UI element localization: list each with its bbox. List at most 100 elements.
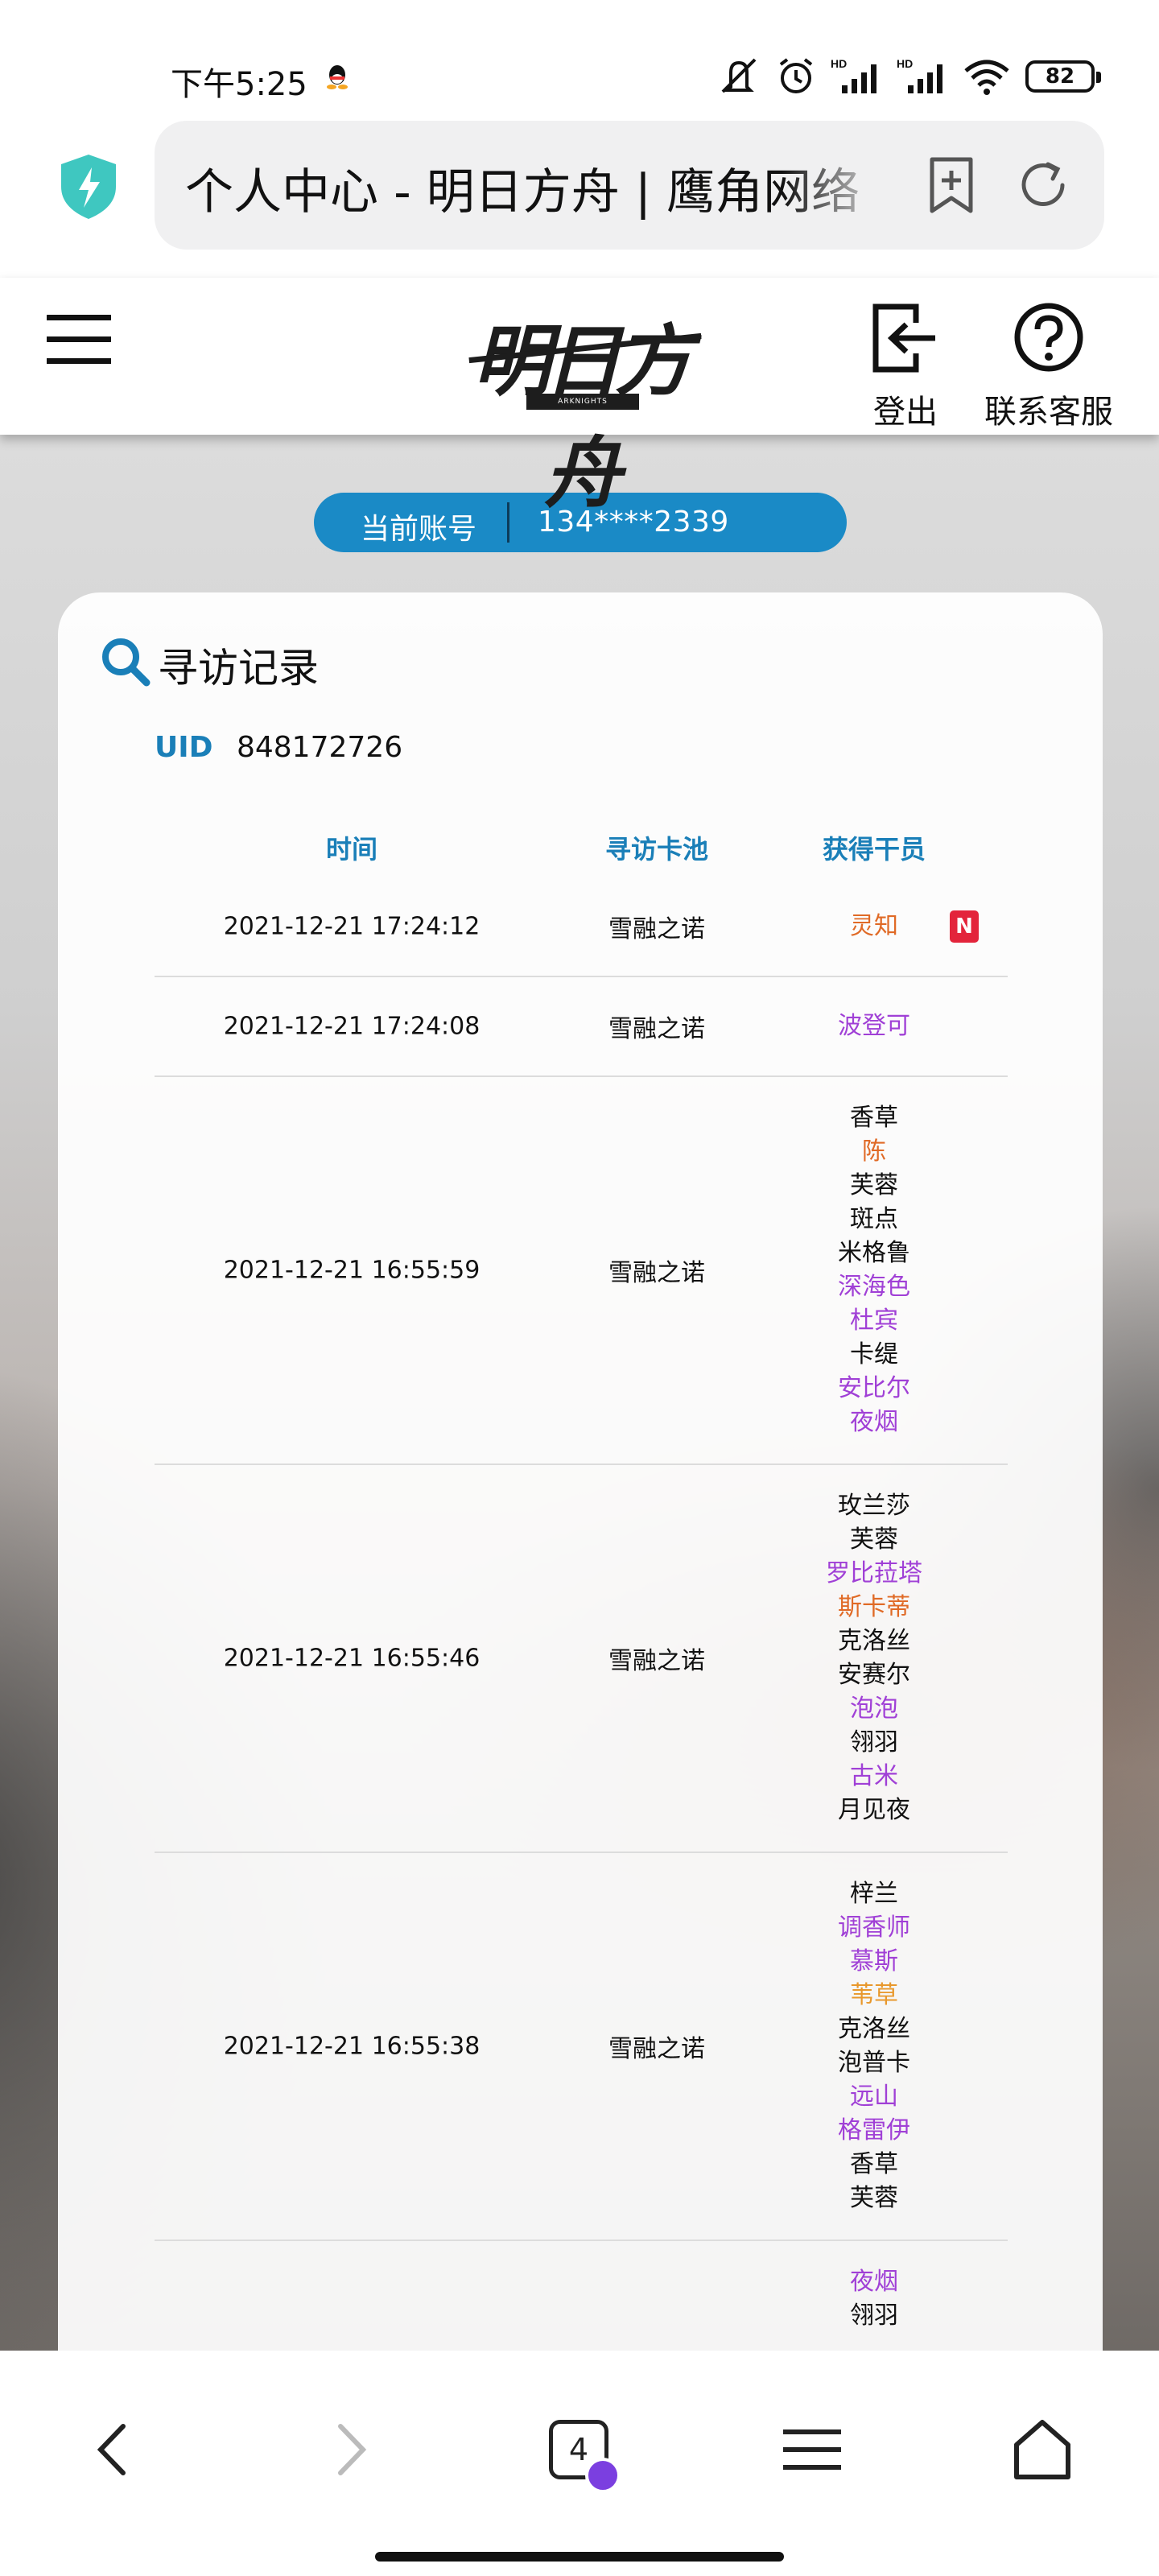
- record-time: 2021-12-21 16:55:38: [223, 2032, 481, 2061]
- operator-name: 翎羽: [850, 2301, 898, 2330]
- operator-name: 苇草: [850, 1981, 898, 2009]
- logout-label: 登出: [873, 394, 938, 431]
- record-time: 2021-12-21 16:55:46: [223, 1644, 481, 1673]
- record-table-body: 2021-12-21 17:24:12 雪融之诺 灵知 N 2021-12-21 17:…: [155, 877, 1008, 2351]
- operator-name: 米格鲁: [838, 1239, 910, 1267]
- tabs-icon: 4: [549, 2420, 621, 2493]
- record-operators: 玫兰莎芙蓉罗比菈塔斯卡蒂克洛丝安赛尔泡泡翎羽古米月见夜: [765, 1465, 984, 1852]
- home-icon: [1014, 2420, 1070, 2479]
- record-operators: 波登可: [765, 977, 984, 1075]
- operator-name: 古米: [850, 1762, 898, 1790]
- operator-name: 格雷伊: [838, 2116, 910, 2145]
- record-operators: 梓兰 调香师 慕斯 苇草 克洛丝 泡普卡 远山 格雷伊 香草 芙蓉: [765, 1853, 984, 2240]
- operator-name: 安比尔: [838, 1374, 910, 1402]
- record-time: 2021-12-21 17:24:12: [223, 912, 481, 941]
- address-fade: [782, 145, 911, 225]
- hamburger-menu-icon[interactable]: [45, 312, 113, 368]
- signal-icon-1: HD: [831, 57, 876, 93]
- record-pool: 雪融之诺: [608, 2035, 705, 2063]
- operator-name: 克洛丝: [838, 1627, 910, 1655]
- home-button[interactable]: [998, 2405, 1087, 2494]
- forward-button[interactable]: [306, 2405, 394, 2494]
- logout-icon: [872, 303, 935, 373]
- site-logo[interactable]: 明日方舟 ARKNIGHTS: [451, 299, 708, 518]
- operator-name: 夜烟: [850, 1408, 898, 1436]
- address-text[interactable]: 个人中心 - 明日方舟 | 鹰角网络: [185, 153, 877, 223]
- column-header-time: 时间: [325, 834, 377, 865]
- reload-icon[interactable]: [1016, 158, 1070, 213]
- card-title: 寻访记录: [158, 645, 319, 691]
- operator-name: 斯卡蒂: [838, 1593, 910, 1621]
- table-row: 2021-12-21 17:24:12 雪融之诺 灵知 N: [155, 877, 1008, 977]
- uid-label: UID: [155, 731, 213, 764]
- record-time: 2021-12-21 17:24:08: [223, 1012, 481, 1041]
- alarm-icon: [779, 58, 813, 93]
- incognito-mask-icon: [585, 2458, 621, 2493]
- back-icon: [97, 2424, 126, 2475]
- tab-count: 4: [568, 2432, 589, 2467]
- operator-name: 深海色: [838, 1273, 910, 1301]
- operator-name: 芙蓉: [850, 1525, 898, 1554]
- column-header-pool: 寻访卡池: [604, 834, 708, 865]
- logo-text: 明日方舟: [473, 316, 692, 518]
- back-button[interactable]: [69, 2405, 158, 2494]
- operator-name: 月见夜: [838, 1796, 910, 1824]
- operator-name: 香草: [850, 2150, 898, 2178]
- operator-name: 安赛尔: [838, 1661, 910, 1689]
- record-pool: 雪融之诺: [608, 1259, 705, 1287]
- uid-value: 848172726: [236, 731, 403, 764]
- record-operators: 夜烟 翎羽: [765, 2241, 984, 2351]
- signal-icon-2: HD: [897, 57, 942, 93]
- browser-bottom-nav: 4: [0, 2351, 1159, 2576]
- help-icon: [1014, 303, 1083, 372]
- logo-subtitle: ARKNIGHTS: [526, 394, 639, 410]
- status-time: 下午5:25: [171, 66, 307, 103]
- menu-lines-icon: [783, 2429, 841, 2470]
- add-bookmark-icon[interactable]: [922, 156, 980, 214]
- operator-name: 陈: [862, 1137, 886, 1166]
- menu-button[interactable]: [768, 2405, 856, 2494]
- record-pool: 雪融之诺: [608, 1647, 705, 1675]
- address-bar[interactable]: 个人中心 - 明日方舟 | 鹰角网络: [155, 121, 1104, 250]
- record-operators: 香草陈芙蓉斑点米格鲁深海色杜宾卡缇安比尔夜烟: [765, 1077, 984, 1463]
- tabs-button[interactable]: 4: [534, 2405, 623, 2494]
- support-label: 联系客服: [984, 394, 1113, 431]
- record-time: 2021-12-21 16:55:59: [223, 1256, 481, 1285]
- operator-name: 杜宾: [850, 1307, 898, 1335]
- home-indicator: [375, 2552, 784, 2562]
- operator-name: 芙蓉: [850, 2184, 898, 2212]
- table-row: 2021-12-21 17:24:08 雪融之诺 波登可: [155, 977, 1008, 1077]
- operator-name: 调香师: [838, 1913, 910, 1942]
- record-pool: 雪融之诺: [608, 1015, 705, 1043]
- table-row: 2021-12-21 16:55:59 雪融之诺 香草陈芙蓉斑点米格鲁深海色杜宾卡缇…: [155, 1077, 1008, 1465]
- logout-button[interactable]: 登出: [861, 302, 950, 431]
- qq-icon: [327, 65, 348, 89]
- operator-name: 泡普卡: [838, 2049, 910, 2077]
- uid-row: UID 848172726: [155, 731, 402, 764]
- table-row: 2021-12-21 16:55:46 雪融之诺 玫兰莎芙蓉罗比菈塔斯卡蒂克洛丝安赛…: [155, 1465, 1008, 1853]
- operator-name: 斑点: [850, 1205, 898, 1233]
- operator-name: 泡泡: [850, 1695, 898, 1723]
- site-header: 明日方舟 ARKNIGHTS 登出 联系客服: [0, 278, 1159, 518]
- svg-text:HD: HD: [831, 57, 847, 70]
- operator-name: 玫兰莎: [838, 1492, 910, 1520]
- browser-toolbar: 个人中心 - 明日方舟 | 鹰角网络: [0, 121, 1159, 278]
- mute-icon: [721, 58, 757, 93]
- gacha-record-card: 寻访记录 UID 848172726 时间 寻访卡池 获得干员 2021-12-…: [58, 592, 1103, 2351]
- operator-name: 芙蓉: [850, 1171, 898, 1199]
- wifi-icon: [964, 60, 1009, 95]
- table-row: 夜烟 翎羽: [155, 2241, 1008, 2351]
- status-bar: 下午5:25 HD HD 82: [0, 0, 1159, 121]
- support-button[interactable]: 联系客服: [979, 302, 1119, 431]
- operator-name: 罗比菈塔: [826, 1559, 922, 1587]
- table-row: 2021-12-21 16:55:38 雪融之诺 梓兰 调香师 慕斯 苇草 克洛丝 泡普卡 远山…: [155, 1853, 1008, 2241]
- operator-name: 翎羽: [850, 1728, 898, 1757]
- status-icons: HD HD 82: [716, 56, 1101, 97]
- svg-text:HD: HD: [897, 57, 913, 70]
- new-badge: N: [950, 910, 979, 943]
- shield-icon[interactable]: [58, 153, 119, 221]
- operator-name: 香草: [850, 1104, 898, 1132]
- operator-name: 夜烟: [850, 2268, 898, 2296]
- search-icon: [102, 638, 151, 687]
- operator-name: 卡缇: [850, 1340, 898, 1368]
